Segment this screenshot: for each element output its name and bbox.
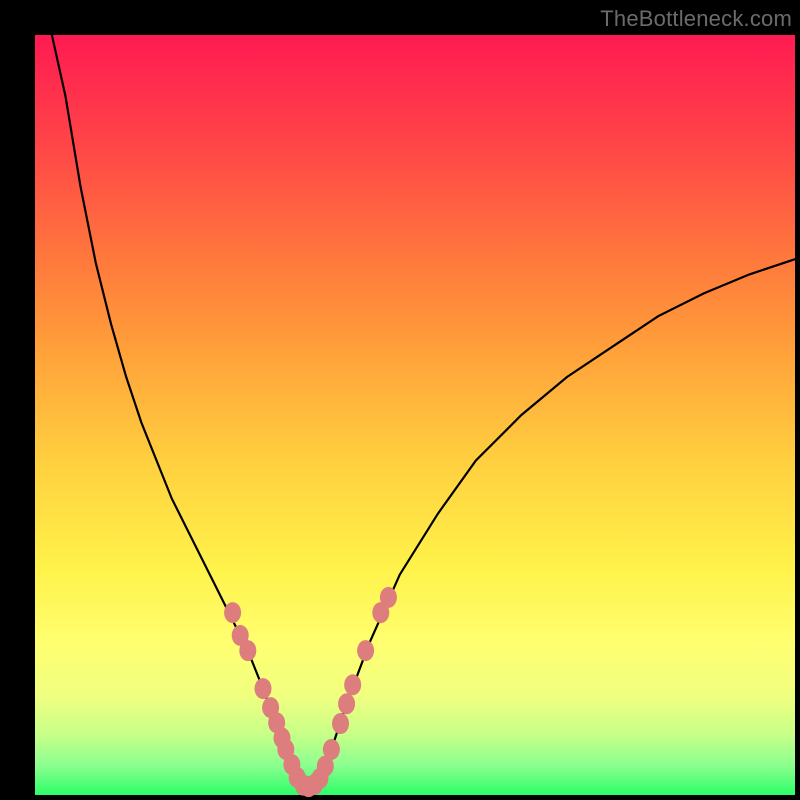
bead-layer — [224, 587, 397, 797]
chart-svg — [35, 35, 795, 795]
bead-marker — [357, 640, 374, 661]
bottleneck-curve — [50, 27, 795, 787]
bead-marker — [344, 674, 361, 695]
bead-marker — [239, 640, 256, 661]
bead-marker — [338, 693, 355, 714]
bead-marker — [332, 713, 349, 734]
outer-frame: TheBottleneck.com — [0, 0, 800, 800]
curve-layer — [50, 27, 795, 787]
bead-marker — [380, 587, 397, 608]
bead-marker — [323, 739, 340, 760]
bead-marker — [255, 678, 272, 699]
bead-marker — [224, 602, 241, 623]
plot-area — [35, 35, 795, 795]
watermark-text: TheBottleneck.com — [600, 6, 792, 32]
